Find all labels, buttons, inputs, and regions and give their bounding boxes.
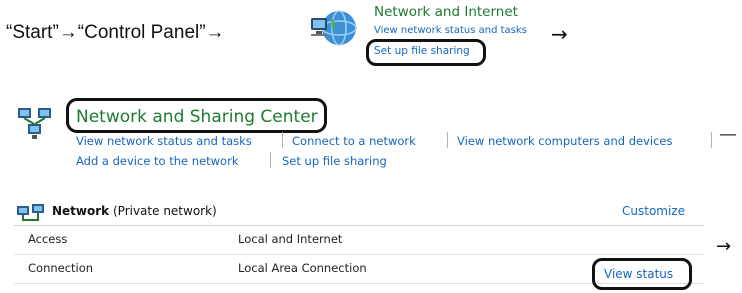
customize-link[interactable]: Customize: [622, 204, 685, 218]
view-network-status-link[interactable]: View network status and tasks: [374, 25, 527, 36]
row-value: Local Area Connection: [238, 261, 367, 275]
sharing-center-highlight: [66, 98, 327, 133]
arrow-right-icon: →: [551, 22, 568, 46]
network-heading: Network (Private network): [52, 204, 217, 218]
trailing-dash: —: [719, 124, 737, 145]
network-sharing-center-icon: [16, 104, 54, 142]
row-label: Connection: [28, 261, 94, 275]
network-type: (Private network): [112, 204, 217, 218]
network-internet-title[interactable]: Network and Internet: [374, 4, 518, 20]
network-icon: [16, 203, 48, 225]
network-name: Network: [52, 204, 110, 218]
connect-to-network-link[interactable]: Connect to a network: [292, 134, 416, 148]
link-separator: [282, 132, 283, 148]
file-sharing-highlight: [366, 39, 486, 66]
link-separator: [447, 132, 448, 148]
row-label: Access: [28, 232, 68, 246]
view-status-highlight: [592, 258, 692, 290]
set-up-file-sharing-link[interactable]: Set up file sharing: [282, 154, 387, 168]
link-separator: [270, 152, 271, 168]
add-device-link[interactable]: Add a device to the network: [76, 154, 238, 168]
view-network-computers-link[interactable]: View network computers and devices: [457, 134, 672, 148]
arrow-right-icon: →: [716, 236, 732, 257]
view-network-status-link[interactable]: View network status and tasks: [76, 134, 252, 148]
instruction-text: “Start”→“Control Panel”→: [6, 22, 225, 43]
link-separator: [711, 132, 712, 148]
row-value: Local and Internet: [238, 232, 343, 246]
network-internet-globe-icon[interactable]: [309, 6, 361, 50]
table-row: Access Local and Internet: [14, 226, 704, 255]
